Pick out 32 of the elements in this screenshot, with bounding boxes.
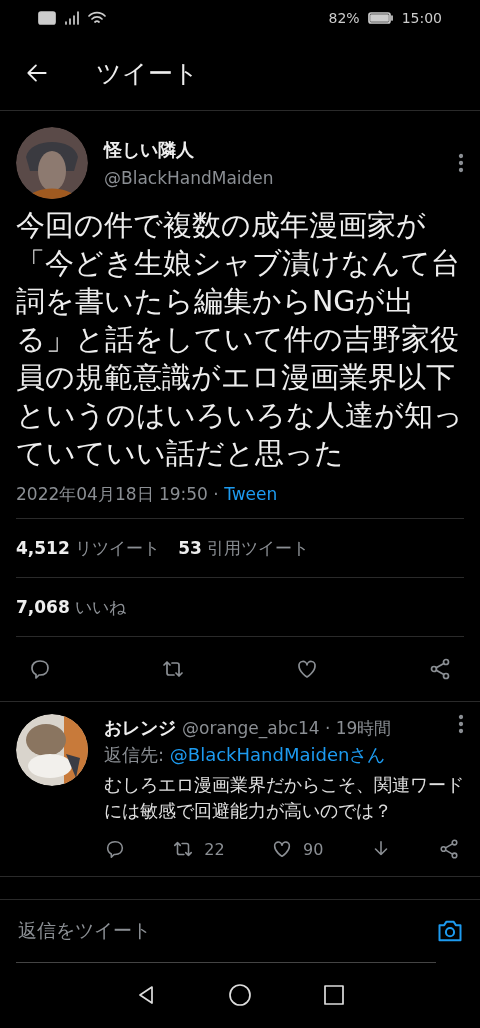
reply-icon[interactable] [28,657,52,681]
wifi-icon [88,11,106,25]
reply-icon[interactable] [104,838,126,860]
replying-to: 返信先: @BlackHandMaidenさん [104,743,387,767]
clock-time: 15:00 [401,10,442,26]
reply-like-count: 90 [303,839,324,859]
share-icon[interactable] [428,657,452,681]
avatar[interactable] [16,714,88,786]
author-name: 怪しい隣人 [104,138,195,162]
more-icon[interactable] [458,714,464,734]
quote-count[interactable]: 53 引用ツイート [178,536,310,560]
like-icon[interactable] [271,838,293,860]
reply-meta: @orange_abc14 · 19時間 [182,717,392,740]
mention-link[interactable]: @BlackHandMaidenさん [169,744,386,765]
author-handle: @BlackHandMaiden [104,168,275,188]
reply-input-field[interactable]: 返信をツイート [16,899,436,963]
battery-percent: 82% [328,10,360,26]
tweet-date: 2022年04月18日 19:50 · Tween [16,473,464,519]
source-link[interactable]: Tween [224,484,278,504]
reply-author-name: おレンジ [104,716,176,740]
signal-icon [64,11,80,25]
reply-retweet-count: 22 [204,839,225,859]
retweet-count[interactable]: 4,512 リツイート [16,536,161,560]
page-title: ツイート [96,57,199,90]
reply-text: むしろエロ漫画業界だからこそ、関連ワードには敏感で回避能力が高いのでは？ [104,773,464,823]
recents-nav-icon[interactable] [322,983,346,1007]
home-nav-icon[interactable] [228,983,252,1007]
battery-icon [367,11,394,25]
more-icon[interactable] [458,153,464,173]
share-icon[interactable] [437,838,460,860]
like-count[interactable]: 7,068 いいね [16,595,127,619]
tweet-text: 今回の件で複数の成年漫画家が「今どき生娘シャブ漬けなんて台詞を書いたら編集からNGが出る」と話をしていて件の吉野家役員の規範意識がエロ漫画業界以下というのはいろいろな人達が知っていていい話だと思った [16,208,464,472]
